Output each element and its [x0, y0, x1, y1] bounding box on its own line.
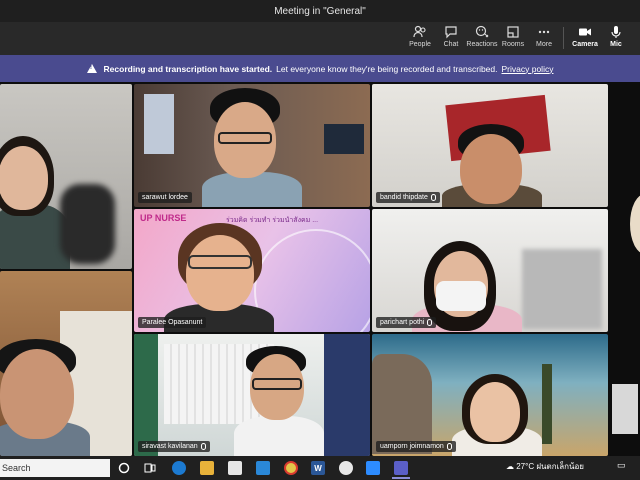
people-label: People — [409, 41, 431, 48]
reactions-icon — [475, 25, 489, 39]
participant-face — [186, 235, 254, 311]
more-button[interactable]: More — [527, 25, 561, 48]
participant-name-tag: siravast kavilanan — [138, 441, 210, 452]
weather-text: ฝนตกเล็กน้อย — [536, 462, 584, 471]
face-mask — [436, 281, 486, 311]
edge-icon[interactable] — [172, 461, 186, 475]
toolbar-divider — [563, 27, 564, 49]
chat-button[interactable]: Chat — [434, 25, 468, 48]
participant-face — [460, 134, 522, 204]
cortana-icon[interactable] — [117, 461, 131, 475]
video-tile-overflow[interactable] — [610, 84, 640, 456]
tv-screen — [324, 124, 364, 154]
more-icon — [537, 25, 551, 39]
participant-name-tag: sarawut lordee — [138, 192, 192, 203]
rooms-button[interactable]: Rooms — [496, 25, 530, 48]
mail-icon[interactable] — [256, 461, 270, 475]
participant-name-tag: Paralee Opasanunt — [138, 317, 207, 328]
banner-text: Let everyone know they're being recorded… — [276, 63, 498, 74]
participant-face — [630, 194, 640, 254]
rooms-label: Rooms — [501, 41, 525, 48]
search-text: Search — [2, 463, 31, 473]
participant-name-tag: parichart pothi — [376, 317, 437, 328]
participant-name: parichart pothi — [380, 319, 425, 326]
warning-icon — [86, 64, 97, 73]
window-title-bar: Meeting in "General" — [0, 0, 640, 22]
camera-button[interactable]: Camera — [568, 25, 602, 48]
privacy-policy-link[interactable]: Privacy policy — [502, 64, 554, 74]
window-light — [144, 94, 174, 154]
participant-face — [470, 382, 520, 442]
glasses — [188, 255, 252, 269]
rooms-icon — [506, 25, 520, 39]
background-cliffs — [372, 354, 432, 454]
reactions-button[interactable]: Reactions — [465, 25, 499, 48]
door — [324, 334, 370, 456]
more-label: More — [536, 41, 552, 48]
camera-icon — [578, 25, 592, 39]
video-tile-parichart[interactable]: parichart pothi — [372, 209, 608, 332]
cloud-icon: ☁ — [506, 462, 514, 471]
people-icon — [413, 25, 427, 39]
store-icon[interactable] — [228, 461, 242, 475]
chat-icon — [444, 25, 458, 39]
notice-board — [134, 334, 158, 456]
participant-name-tag: uamporn joimnamon — [376, 441, 456, 452]
slide-heading: UP NURSE — [140, 213, 187, 223]
mic-muted-icon — [430, 194, 436, 201]
media-icon[interactable] — [339, 461, 353, 475]
background-tree — [542, 364, 552, 444]
mic-button[interactable]: Mic — [599, 25, 633, 48]
microphone-icon — [609, 25, 623, 39]
word-icon-letter: W — [314, 463, 322, 473]
chat-label: Chat — [443, 41, 459, 48]
participant-body — [234, 416, 324, 456]
mic-muted-icon — [446, 443, 452, 450]
zoom-icon[interactable] — [366, 461, 380, 475]
video-tile-participant-1[interactable] — [0, 84, 132, 269]
people-button[interactable]: People — [403, 25, 437, 48]
mic-muted-icon — [200, 443, 206, 450]
participant-name: uamporn joimnamon — [380, 443, 444, 450]
video-tile-paralee[interactable]: UP NURSE ร่วมคิด ร่วมทำ ร่วมนำสังคม ... … — [134, 209, 370, 332]
participant-name: Paralee Opasanunt — [142, 319, 203, 326]
participant-name: siravast kavilanan — [142, 443, 198, 450]
glasses — [218, 132, 272, 144]
chair-shadow — [60, 184, 115, 264]
recording-banner: Recording and transcription have started… — [0, 55, 640, 82]
mic-muted-icon — [427, 319, 433, 326]
room-background — [522, 249, 602, 329]
participant-face — [0, 146, 48, 210]
video-gallery: sarawut lordee bandid thipdate UP NURSE … — [0, 82, 640, 456]
video-tile-siravast[interactable]: siravast kavilanan — [134, 334, 370, 456]
video-tile-sarawut[interactable]: sarawut lordee — [134, 84, 370, 207]
video-tile-participant-7[interactable] — [0, 271, 132, 456]
temperature-text: 27°C — [516, 462, 535, 471]
notification-icon[interactable]: ▭ — [617, 460, 626, 471]
glasses — [252, 378, 302, 390]
participant-name-tag: bandid thipdate — [376, 192, 440, 203]
participant-name: sarawut lordee — [142, 194, 188, 201]
task-view-icon[interactable] — [143, 461, 157, 475]
banner-title: Recording and transcription have started… — [103, 63, 273, 74]
meeting-toolbar: People Chat Reactions Rooms More Camera — [0, 22, 640, 55]
window-title: Meeting in "General" — [274, 5, 366, 17]
video-tile-bandid[interactable]: bandid thipdate — [372, 84, 608, 207]
video-tile-uamporn[interactable]: uamporn joimnamon — [372, 334, 608, 456]
file-explorer-icon[interactable] — [200, 461, 214, 475]
word-icon[interactable]: W — [311, 461, 325, 475]
camera-label: Camera — [572, 41, 598, 48]
participant-name: bandid thipdate — [380, 194, 428, 201]
active-app-indicator — [392, 477, 410, 479]
teams-icon[interactable] — [394, 461, 408, 475]
taskbar-search-box[interactable]: Search — [0, 459, 110, 477]
weather-widget[interactable]: ☁ 27°C ฝนตกเล็กน้อย — [506, 460, 584, 473]
mic-label: Mic — [610, 41, 622, 48]
chrome-icon[interactable] — [284, 461, 298, 475]
reactions-label: Reactions — [466, 41, 498, 48]
slide-thai-text: ร่วมคิด ร่วมทำ ร่วมนำสังคม ... — [226, 217, 319, 224]
participant-face — [0, 349, 74, 439]
room-background — [612, 384, 638, 434]
